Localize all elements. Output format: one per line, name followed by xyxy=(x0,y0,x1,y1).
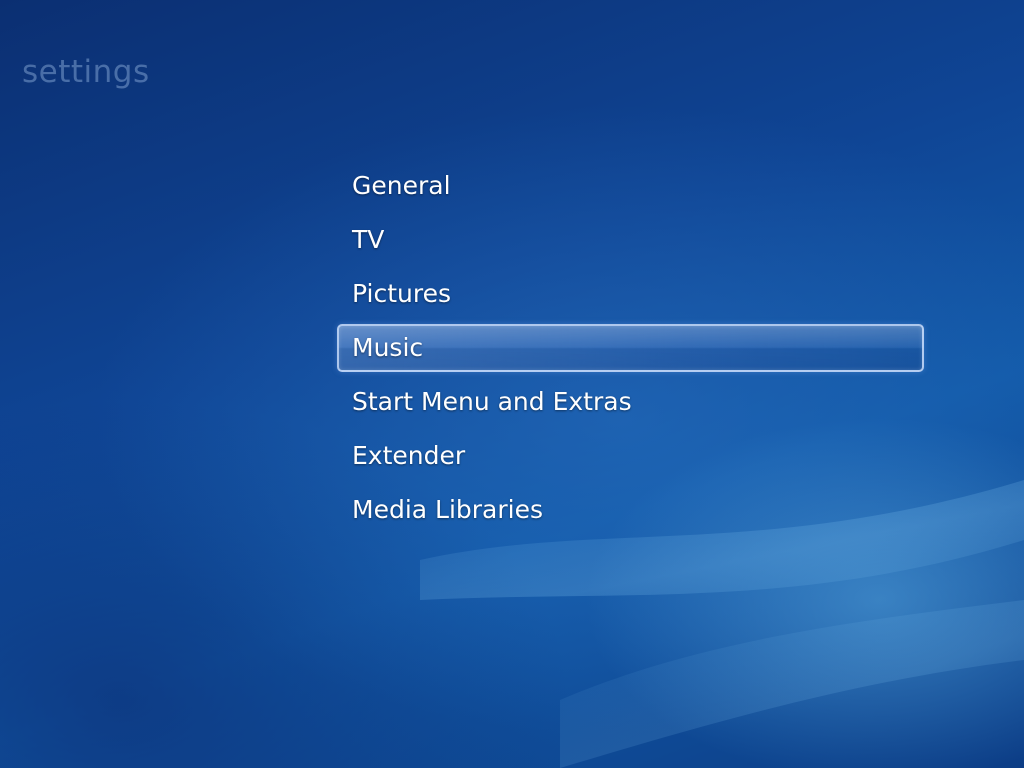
menu-item-start-menu-and-extras[interactable]: Start Menu and Extras xyxy=(337,375,924,429)
menu-item-extender[interactable]: Extender xyxy=(337,429,924,483)
menu-item-pictures[interactable]: Pictures xyxy=(337,267,924,321)
menu-item-label: Extender xyxy=(352,441,466,470)
menu-item-label: Pictures xyxy=(352,279,451,308)
page-title: settings xyxy=(22,54,150,90)
settings-menu: General TV Pictures Music Start Menu and… xyxy=(337,159,924,537)
menu-item-label: TV xyxy=(352,225,385,254)
menu-item-label: Media Libraries xyxy=(352,495,544,524)
menu-item-media-libraries[interactable]: Media Libraries xyxy=(337,483,924,537)
menu-item-general[interactable]: General xyxy=(337,159,924,213)
menu-item-label: General xyxy=(352,171,451,200)
menu-item-tv[interactable]: TV xyxy=(337,213,924,267)
menu-item-label: Music xyxy=(352,333,424,362)
menu-item-label: Start Menu and Extras xyxy=(352,387,632,416)
menu-item-music[interactable]: Music xyxy=(337,321,924,375)
